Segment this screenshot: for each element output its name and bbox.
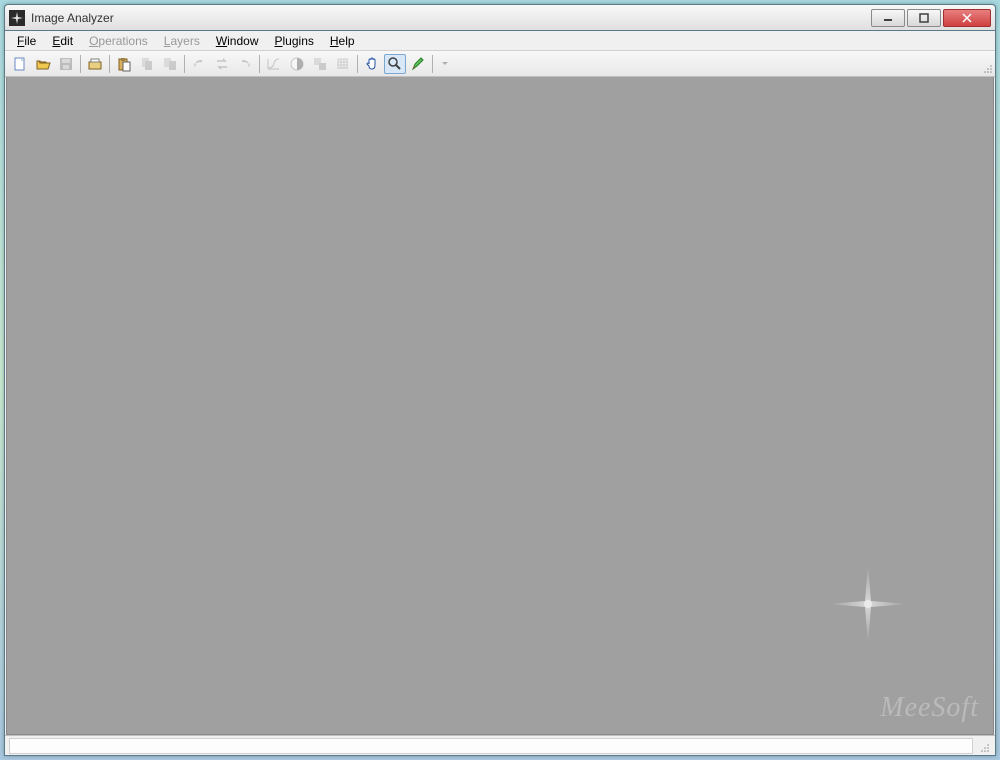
watermark: MeeSoft xyxy=(880,692,979,724)
resize-icon xyxy=(312,56,328,72)
status-bar xyxy=(5,735,995,755)
scanner-icon xyxy=(87,56,103,72)
grid-icon xyxy=(335,56,351,72)
scanner-button[interactable] xyxy=(84,54,106,74)
open-button[interactable] xyxy=(32,54,54,74)
resize-button xyxy=(309,54,331,74)
chevron-down-icon xyxy=(442,62,448,65)
zoom-icon xyxy=(387,56,403,72)
save-icon xyxy=(58,56,74,72)
title-bar[interactable]: Image Analyzer xyxy=(5,5,995,31)
paste-button[interactable] xyxy=(113,54,135,74)
menu-layers: Layers xyxy=(158,32,206,50)
undo-icon xyxy=(191,56,207,72)
menu-bar: File Edit Operations Layers Window Plugi… xyxy=(5,31,995,51)
toolbar-grip-icon xyxy=(981,62,993,74)
open-icon xyxy=(35,56,51,72)
save-button xyxy=(55,54,77,74)
toolbar-separator xyxy=(357,55,358,73)
grid-button xyxy=(332,54,354,74)
new-icon xyxy=(12,56,28,72)
redo-button xyxy=(234,54,256,74)
dropdown-button xyxy=(436,54,452,74)
menu-window[interactable]: Window xyxy=(210,32,265,50)
draw-icon xyxy=(410,56,426,72)
paste-icon xyxy=(116,56,132,72)
swap-icon xyxy=(214,56,230,72)
contrast-button xyxy=(286,54,308,74)
app-icon xyxy=(9,10,25,26)
resize-grip-icon[interactable] xyxy=(975,738,991,754)
redo-icon xyxy=(237,56,253,72)
app-window: Image Analyzer File Edit Operations Laye… xyxy=(4,4,996,756)
toolbar-separator xyxy=(80,55,81,73)
menu-plugins[interactable]: Plugins xyxy=(269,32,320,50)
minimize-button[interactable] xyxy=(871,9,905,27)
copy-button xyxy=(136,54,158,74)
toolbar-separator xyxy=(432,55,433,73)
swap-button xyxy=(211,54,233,74)
zoom-button[interactable] xyxy=(384,54,406,74)
curves-icon xyxy=(266,56,282,72)
draw-button[interactable] xyxy=(407,54,429,74)
contrast-icon xyxy=(289,56,305,72)
new-button[interactable] xyxy=(9,54,31,74)
toolbar-separator xyxy=(109,55,110,73)
window-title: Image Analyzer xyxy=(31,11,869,25)
window-controls xyxy=(869,9,991,27)
menu-help[interactable]: Help xyxy=(324,32,361,50)
toolbar xyxy=(5,51,995,77)
copy-all-icon xyxy=(162,56,178,72)
menu-file[interactable]: File xyxy=(11,32,42,50)
copy-all-button xyxy=(159,54,181,74)
hand-icon xyxy=(364,56,380,72)
workspace[interactable]: MeeSoft xyxy=(6,77,994,735)
menu-operations: Operations xyxy=(83,32,154,50)
copy-icon xyxy=(139,56,155,72)
close-button[interactable] xyxy=(943,9,991,27)
status-panel xyxy=(9,738,973,754)
maximize-button[interactable] xyxy=(907,9,941,27)
toolbar-separator xyxy=(259,55,260,73)
menu-edit[interactable]: Edit xyxy=(46,32,79,50)
undo-button xyxy=(188,54,210,74)
curves-button xyxy=(263,54,285,74)
hand-button[interactable] xyxy=(361,54,383,74)
toolbar-separator xyxy=(184,55,185,73)
sparkle-decoration xyxy=(828,564,908,644)
